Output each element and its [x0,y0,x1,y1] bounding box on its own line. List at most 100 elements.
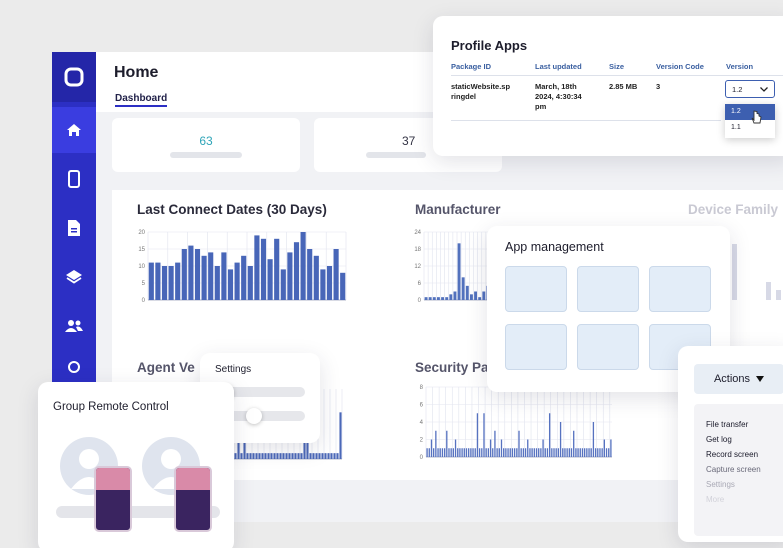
y-tick-label: 15 [138,247,145,253]
version-select[interactable]: 1.2 [725,80,775,98]
bar [513,448,516,457]
bar [533,448,535,457]
bar [457,448,459,457]
bar [511,448,514,457]
bar [264,453,267,459]
menu-item-record-screen[interactable]: Record screen [706,450,758,459]
bar [524,448,527,457]
bar [336,453,339,459]
bar [300,232,306,300]
bar [481,448,483,457]
bar [500,439,503,457]
app-tile[interactable] [577,324,639,370]
bar [575,448,577,457]
bar [453,291,457,300]
version-select-value: 1.2 [732,85,743,94]
menu-item-file-transfer[interactable]: File transfer [706,420,748,429]
bar [320,269,326,300]
cell-package-line1: staticWebsite.sp [451,82,511,91]
app-tile[interactable] [577,266,639,312]
cell-version-code: 3 [656,82,661,91]
app-tile[interactable] [505,324,567,370]
bar [161,266,168,300]
bar [246,453,249,459]
app-tile[interactable] [649,266,711,312]
menu-item-capture-screen[interactable]: Capture screen [706,465,761,474]
bar [468,448,470,457]
y-tick-label: 24 [414,230,421,236]
bar [148,262,154,300]
bar [465,448,468,457]
bar [240,453,243,459]
sidebar-item-layers[interactable] [52,254,96,300]
bar [478,448,481,457]
bar [470,448,472,457]
bar [313,255,319,300]
document-icon [68,220,80,236]
sidebar-item-documents[interactable] [52,205,96,251]
sidebar-item-devices[interactable] [52,156,96,202]
sidebar [52,52,96,432]
bar [247,266,253,300]
bar [155,262,161,300]
stat-card-1[interactable]: 63 [112,118,300,172]
bar [274,238,280,300]
bar [214,266,220,300]
device-family-bar [776,290,781,300]
bar [333,249,339,300]
bar [279,453,282,459]
bar [436,297,440,300]
chart-last-connect: 0 5 10 15 20 [138,230,347,304]
bar [249,453,252,459]
actions-button[interactable]: Actions [694,364,783,394]
y-tick-label: 6 [420,403,424,409]
actions-label: Actions [713,373,751,385]
bar [588,448,590,457]
phone-icon [68,170,80,188]
bar [529,448,531,457]
menu-item-get-log[interactable]: Get log [706,435,732,444]
bar [535,448,538,457]
phone-screen[interactable] [94,466,132,532]
bar [482,291,486,300]
version-option[interactable]: 1.1 [725,120,775,136]
bar [300,453,303,459]
chart-title-device-family: Device Family [688,202,779,217]
pointer-cursor-icon [751,110,762,124]
logo-icon [64,67,84,87]
sidebar-item-home[interactable] [52,107,96,153]
users-icon [65,320,83,332]
bar [483,413,485,457]
y-tick-label: 20 [138,230,145,236]
phone-screen[interactable] [174,466,212,532]
sidebar-item-users[interactable] [52,303,96,349]
bar [592,422,595,457]
bar [241,255,247,300]
bar [583,448,586,457]
sidebar-item-settings[interactable] [52,352,96,382]
bar [557,448,560,457]
bar [227,269,234,300]
bar [307,249,313,300]
chart-title-security: Security Pa [415,360,489,375]
bar [476,413,479,457]
y-tick-label: 6 [418,281,422,287]
cell-updated-line2: 2024, 4:30:34 [535,92,582,101]
bar [221,252,227,300]
bar [291,453,294,459]
bar [498,448,500,457]
bar [267,453,270,459]
chevron-down-icon [760,87,768,92]
bar [273,453,276,459]
bar [599,448,601,457]
bar [463,448,465,457]
slider-knob[interactable] [246,408,262,424]
col-header-version-code: Version Code [656,62,704,71]
bar [465,285,469,300]
menu-item-more[interactable]: More [706,495,724,504]
app-tile[interactable] [505,266,567,312]
tab-dashboard[interactable]: Dashboard [115,93,168,107]
bar [254,235,260,300]
version-option-selected[interactable]: 1.2 [725,104,775,120]
menu-item-settings[interactable]: Settings [706,480,735,489]
